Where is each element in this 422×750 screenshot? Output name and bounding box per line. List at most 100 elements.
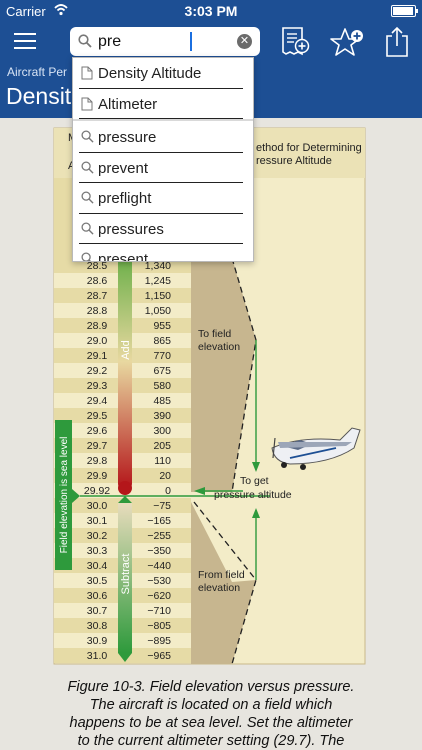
field-elevation-label: Field elevation is sea level [59, 437, 70, 554]
suggestion-label: Altimeter [98, 95, 158, 113]
altitude-correction-cell: 205 [153, 440, 171, 452]
document-icon [81, 97, 93, 110]
status-bar: Carrier 3:03 PM [0, 0, 422, 22]
altimeter-setting-cell: 29.8 [87, 455, 108, 467]
altitude-correction-cell: 20 [159, 470, 171, 482]
add-favorite-icon[interactable] [329, 26, 365, 58]
suggestion-term-item[interactable]: prevent [79, 153, 243, 183]
suggestion-term-item[interactable]: pressure [79, 122, 243, 153]
suggestion-section-divider [73, 119, 253, 121]
app-screen: Carrier 3:03 PM ✕ [0, 0, 422, 750]
altimeter-setting-cell: 30.1 [87, 515, 108, 527]
altimeter-setting-cell: 30.3 [87, 545, 108, 557]
search-icon [81, 160, 94, 174]
altitude-correction-cell: −805 [147, 620, 171, 632]
breadcrumb[interactable]: Aircraft Per [7, 65, 67, 79]
altitude-correction-cell: −350 [147, 545, 171, 557]
altitude-correction-cell: 580 [153, 380, 171, 392]
suggestion-label: Density Altitude [98, 65, 202, 82]
altitude-correction-cell: 300 [153, 425, 171, 437]
altitude-correction-cell: 1,150 [145, 290, 171, 302]
altitude-correction-cell: 390 [153, 410, 171, 422]
text-cursor [190, 32, 192, 51]
suggestion-label: pressures [98, 220, 164, 238]
suggestion-term-item[interactable]: present [79, 244, 243, 262]
search-icon [78, 34, 92, 48]
altitude-correction-cell: 110 [154, 455, 171, 467]
altimeter-setting-cell: 28.9 [87, 320, 108, 332]
altitude-correction-cell: −620 [147, 590, 171, 602]
altimeter-setting-cell: 29.4 [87, 395, 108, 407]
altimeter-setting-cell: 29.2 [87, 365, 108, 377]
clear-search-icon[interactable]: ✕ [237, 34, 252, 49]
suggestion-document-item[interactable]: Altimeter [79, 89, 243, 119]
from-field-line2: elevation [198, 582, 240, 594]
clock-time: 3:03 PM [184, 3, 238, 19]
search-icon [81, 252, 91, 261]
altimeter-setting-cell: 31.0 [87, 650, 108, 662]
altitude-correction-cell: −165 [147, 515, 171, 527]
caption-line: happens to be at sea level. Set the alti… [69, 715, 353, 731]
suggestion-label: preflight [98, 190, 152, 207]
altitude-correction-cell: 0 [165, 485, 171, 497]
altitude-correction-cell: −255 [147, 530, 171, 542]
search-icon [81, 221, 94, 235]
to-get-line1: To get [240, 475, 269, 487]
from-field-line1: From field [198, 569, 245, 581]
altimeter-setting-cell: 30.2 [87, 530, 108, 542]
altitude-correction-cell: 770 [153, 350, 171, 362]
suggestion-term-item[interactable]: pressures [79, 214, 243, 244]
altimeter-setting-cell: 30.4 [87, 560, 108, 572]
caption-line: The aircraft is located on a field which [89, 697, 333, 713]
search-icon [81, 191, 94, 204]
altitude-correction-cell: 865 [153, 335, 171, 347]
share-icon[interactable] [383, 26, 411, 58]
altitude-correction-cell: −530 [147, 575, 171, 587]
altitude-correction-cell: 485 [153, 395, 171, 407]
altimeter-setting-cell: 29.7 [87, 440, 108, 452]
suggestion-label: prevent [98, 159, 149, 177]
subtract-label: Subtract [120, 554, 132, 595]
altimeter-setting-cell: 30.9 [87, 635, 108, 647]
altimeter-setting-cell: 29.9 [87, 470, 108, 482]
caption-line: Figure 10-3. Field elevation versus pres… [67, 679, 355, 695]
search-suggestions-dropdown: Density Altitude Altimeter pressure prev… [72, 57, 254, 262]
add-gauge-end [118, 481, 132, 495]
suggestion-label: pressure [98, 129, 157, 146]
add-note-icon[interactable] [280, 26, 310, 58]
altitude-correction-cell: 955 [153, 320, 171, 332]
altimeter-setting-cell: 29.5 [87, 410, 108, 422]
altitude-correction-cell: 1,050 [145, 305, 171, 317]
navigation-bar: ✕ [0, 22, 422, 62]
altitude-correction-cell: −895 [147, 635, 171, 647]
altimeter-setting-cell: 28.7 [87, 290, 108, 302]
altimeter-setting-cell: 29.92 [84, 485, 110, 497]
to-field-line2: elevation [198, 341, 240, 353]
altimeter-setting-cell: 29.0 [87, 335, 108, 347]
suggestion-label: present [98, 251, 149, 262]
figure-caption: Figure 10-3. Field elevation versus pres… [8, 678, 414, 750]
altimeter-setting-cell: 29.1 [87, 350, 108, 362]
page-title: Densit [6, 83, 72, 109]
header-right-line1: ethod for Determining [256, 142, 362, 154]
search-icon [81, 130, 94, 143]
menu-icon[interactable] [14, 33, 36, 51]
add-gauge-bar [118, 258, 132, 488]
header-right-line2: ressure Altitude [256, 155, 332, 167]
to-field-line1: To field [198, 328, 231, 340]
altitude-correction-cell: 675 [153, 365, 171, 377]
suggestion-document-item[interactable]: Density Altitude [79, 58, 243, 89]
altimeter-setting-cell: 30.6 [87, 590, 108, 602]
altimeter-setting-cell: 29.6 [87, 425, 108, 437]
altitude-correction-cell: −965 [147, 650, 171, 662]
suggestion-term-item[interactable]: preflight [79, 183, 243, 214]
to-get-line2: pressure altitude [214, 489, 292, 501]
altitude-correction-cell: 1,245 [145, 275, 171, 287]
altimeter-setting-cell: 30.5 [87, 575, 108, 587]
search-field[interactable]: ✕ [70, 27, 260, 56]
altimeter-setting-cell: 29.3 [87, 380, 108, 392]
altimeter-setting-cell: 30.8 [87, 620, 108, 632]
add-label: Add [120, 340, 132, 360]
battery-icon [391, 5, 418, 17]
search-input[interactable] [98, 31, 228, 52]
